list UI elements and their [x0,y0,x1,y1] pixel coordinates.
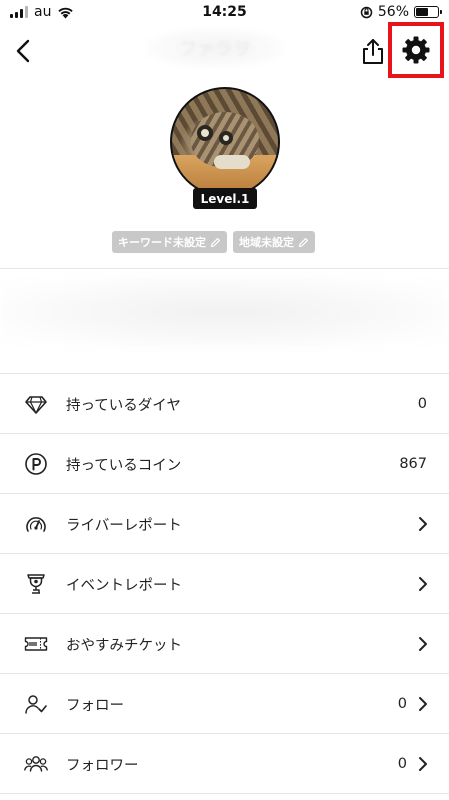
status-right: 56% [360,4,442,20]
blurred-profile-section [0,276,449,348]
menu-item-liver-report[interactable]: ライバーレポート [0,494,449,554]
pencil-icon [210,237,220,247]
battery-icon [414,6,442,18]
trophy-icon [27,574,45,594]
menu-list: 持っているダイヤ 0 持っているコイン 867 ライバーレポート イベントレポー… [0,374,449,794]
keyword-tag-label: キーワード未設定 [118,236,206,249]
menu-item-diamonds[interactable]: 持っているダイヤ 0 [0,374,449,434]
menu-item-rest-ticket[interactable]: おやすみチケット [0,614,449,674]
keyword-tag[interactable]: キーワード未設定 [112,231,227,253]
menu-item-event-report[interactable]: イベントレポート [0,554,449,614]
menu-item-label: フォロー [66,697,124,714]
gear-icon[interactable] [401,35,431,65]
orientation-lock-icon [360,6,373,18]
chevron-left-icon[interactable] [10,36,38,66]
ticket-icon [24,637,48,651]
battery-fill [416,8,428,16]
battery-percent: 56% [377,4,409,20]
diamond-icon [25,396,47,414]
menu-item-label: おやすみチケット [66,637,182,654]
nav-bar: ファラヲ [0,22,449,78]
status-bar: au 14:25 56% [0,0,449,26]
coin-icon [25,453,47,475]
menu-item-followers[interactable]: フォロワー 0 [0,734,449,794]
chevron-right-icon [419,517,427,531]
menu-item-value: 0 [397,696,407,712]
menu-item-value: 867 [399,456,427,472]
share-icon[interactable] [360,36,386,66]
chevron-right-icon [419,757,427,771]
menu-item-label: フォロワー [66,757,139,774]
region-tag[interactable]: 地域未設定 [233,231,315,253]
follow-icon [25,695,47,714]
menu-item-coins[interactable]: 持っているコイン 867 [0,434,449,494]
menu-item-label: ライバーレポート [66,517,182,534]
followers-icon [24,756,48,772]
profile-tags: キーワード未設定 地域未設定 [112,231,315,253]
gauge-icon [26,517,46,532]
menu-item-label: 持っているダイヤ [66,397,181,414]
menu-item-value: 0 [397,756,407,772]
chevron-right-icon [419,697,427,711]
page-title: ファラヲ [145,28,285,68]
chevron-right-icon [419,637,427,651]
menu-item-follow[interactable]: フォロー 0 [0,674,449,734]
avatar[interactable] [170,87,280,197]
pencil-icon [298,237,308,247]
region-tag-label: 地域未設定 [239,236,294,249]
divider [0,268,449,269]
menu-item-label: 持っているコイン [66,457,182,474]
menu-item-label: イベントレポート [66,577,182,594]
settings-highlight-box[interactable] [388,22,444,78]
level-badge: Level.1 [193,188,257,209]
chevron-right-icon [419,577,427,591]
menu-item-value: 0 [417,396,427,412]
